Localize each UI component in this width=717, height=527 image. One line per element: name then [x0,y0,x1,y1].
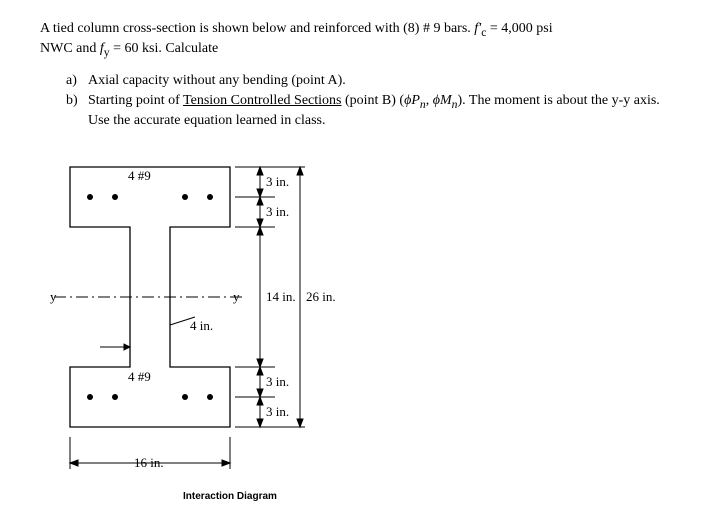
part-a-marker: a) [66,72,88,91]
top-rebar-dots [87,194,213,200]
dim-3in-1: 3 in. [266,174,289,189]
tension-controlled-link: Tension Controlled Sections [183,93,341,108]
dim-14in: 14 in. [266,289,296,304]
total-width-label: 16 in. [134,455,164,470]
dim-3in-2: 3 in. [266,204,289,219]
part-b: b) Starting point of Tension Controlled … [66,92,677,131]
part-a: a) Axial capacity without any bending (p… [66,72,677,91]
dim-26in: 26 in. [306,289,336,304]
problem-statement: A tied column cross-section is shown bel… [40,20,677,60]
sub-questions: a) Axial capacity without any bending (p… [66,72,677,131]
bottom-rebar-label: 4 #9 [128,369,151,384]
fc-eq: = 4,000 psi [486,21,552,36]
dim-3in-3: 3 in. [266,374,289,389]
web-arrow [100,344,130,350]
diagram-caption: Interaction Diagram [110,491,350,502]
dim-3in-4: 3 in. [266,404,289,419]
cross-section-diagram: 4 #9 4 #9 y y 4 in. 16 in. 3 in. 3 in. 1… [50,147,350,507]
part-b-text: Starting point of Tension Controlled Sec… [88,92,677,131]
y-axis-label-right: y [233,289,240,304]
problem-line1: A tied column cross-section is shown bel… [40,21,474,36]
web-width-label: 4 in. [190,318,213,333]
y-axis-label-left: y [50,289,57,304]
fy-eq: = 60 ksi. Calculate [110,41,219,56]
problem-line2: NWC and [40,41,100,56]
part-a-text: Axial capacity without any bending (poin… [88,72,677,91]
part-b-marker: b) [66,92,88,131]
diagram-svg: 4 #9 4 #9 y y 4 in. 16 in. 3 in. 3 in. 1… [50,147,350,487]
top-rebar-label: 4 #9 [128,168,151,183]
bottom-rebar-dots [87,394,213,400]
